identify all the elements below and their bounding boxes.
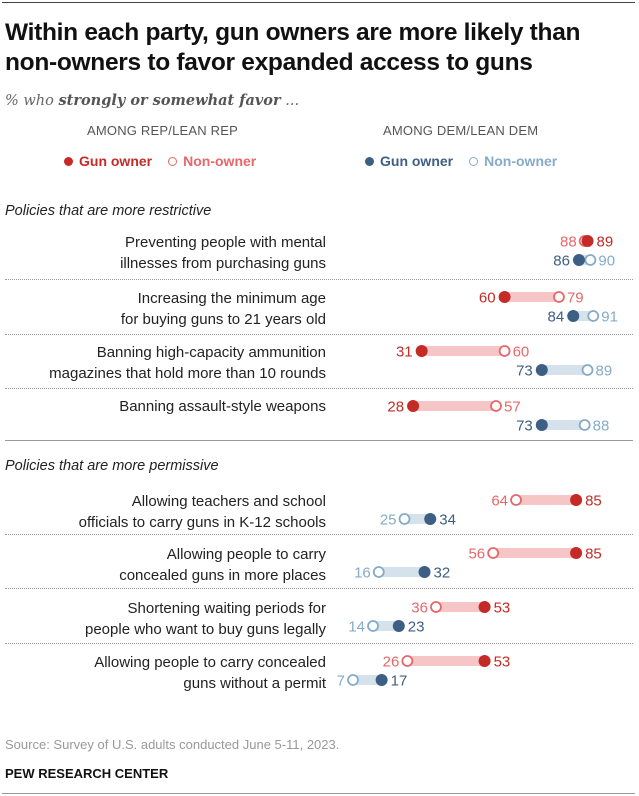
dem-row4-label-owner: 34 — [439, 512, 456, 529]
rep-row3-nonowner-dot — [490, 400, 502, 412]
dem-row6-nonowner-dot — [367, 620, 379, 632]
rep-row5-label-owner: 85 — [585, 546, 602, 563]
dem-row3-owner-dot — [535, 419, 548, 431]
rep-row6-nonowner-dot — [430, 601, 442, 613]
rep-row4-owner-dot — [570, 494, 583, 506]
dot-plot: 88 89 86 90 60 7984 91 31 60 73 89 28 57 73 88 64 85 25 34… — [337, 234, 618, 690]
dem-row2-owner-dot — [535, 364, 548, 376]
rep-row2-label-owner: 31 — [396, 344, 413, 361]
dem-row5-range-bar — [378, 567, 425, 577]
rep-row6-owner-dot — [478, 601, 491, 613]
rep-row4-range-bar — [516, 495, 577, 505]
dem-row5-label-owner: 32 — [434, 565, 451, 582]
dem-row2-label-owner: 73 — [516, 363, 533, 380]
dem-row6-label-nonowner: 14 — [348, 619, 365, 636]
dem-row0-nonowner-dot — [584, 254, 597, 266]
rep-row0-owner-dot — [581, 235, 594, 247]
rep-row2-label-nonowner: 60 — [513, 344, 530, 361]
dem-row6-label-owner: 23 — [408, 619, 425, 636]
rep-row1-range-bar — [504, 292, 559, 302]
rep-row7-owner-dot — [478, 655, 491, 667]
dem-row3-range-bar — [541, 420, 585, 430]
dem-row0-label-nonowner: 90 — [598, 253, 615, 270]
dem-row2-label-nonowner: 89 — [596, 363, 613, 380]
rep-row1-owner-dot — [498, 291, 511, 303]
rep-row6-label-owner: 53 — [494, 600, 511, 617]
credit: PEW RESEARCH CENTER — [5, 766, 169, 781]
rep-row7-range-bar — [407, 656, 485, 666]
rep-row7-label-nonowner: 26 — [383, 654, 400, 671]
rep-row5-label-nonowner: 56 — [468, 546, 485, 563]
rep-row3-range-bar — [413, 401, 497, 411]
dem-row1-owner-dot — [567, 310, 580, 322]
dem-row7-nonowner-dot — [347, 674, 359, 686]
rep-row5-range-bar — [493, 548, 577, 558]
dem-row5-owner-dot — [418, 566, 431, 578]
dem-row4-label-nonowner: 25 — [380, 512, 397, 529]
dem-row4-owner-dot — [424, 513, 437, 525]
rep-row5-nonowner-dot — [487, 547, 500, 559]
dem-row1-nonowner-dot — [587, 310, 600, 322]
rep-row4-label-owner: 85 — [585, 493, 602, 510]
rep-row7-nonowner-dot — [401, 655, 414, 667]
dem-row0-owner-dot — [572, 254, 585, 266]
rep-row5-owner-dot — [570, 547, 583, 559]
rep-row3-label-nonowner: 57 — [504, 399, 521, 416]
rep-row6-label-nonowner: 36 — [411, 600, 428, 617]
rep-row7-label-owner: 53 — [494, 654, 511, 671]
rep-row4-nonowner-dot — [510, 494, 522, 506]
dem-row7-label-owner: 17 — [391, 673, 408, 690]
dem-row3-nonowner-dot — [578, 419, 591, 431]
rep-row1-label-nonowner: 79 — [567, 290, 584, 307]
dem-row7-owner-dot — [375, 674, 388, 686]
rep-row2-owner-dot — [415, 345, 428, 357]
dem-row4-nonowner-dot — [398, 513, 411, 525]
dem-row5-nonowner-dot — [372, 566, 385, 578]
rep-row4-label-nonowner: 64 — [491, 493, 508, 510]
rep-row2-range-bar — [421, 346, 505, 356]
rep-row2-nonowner-dot — [498, 345, 511, 357]
rep-row3-owner-dot — [407, 400, 420, 412]
rep-row1-label-owner: 60 — [479, 290, 496, 307]
rep-row0-label-owner: 89 — [597, 234, 614, 251]
dem-row3-label-owner: 73 — [516, 418, 533, 435]
dem-row0-label-owner: 86 — [553, 253, 570, 270]
dem-row6-owner-dot — [392, 620, 405, 632]
rep-row3-label-owner: 28 — [387, 399, 404, 416]
dem-row5-label-nonowner: 16 — [354, 565, 371, 582]
rep-row0-label-nonowner: 88 — [560, 234, 577, 251]
bottom-rule — [2, 793, 635, 794]
dem-row1-label-owner: 84 — [548, 309, 565, 326]
dem-row7-label-nonowner: 7 — [337, 673, 345, 690]
rep-row6-range-bar — [435, 602, 485, 612]
dem-row1-label-nonowner: 91 — [601, 309, 618, 326]
rep-row1-nonowner-dot — [553, 291, 565, 303]
dem-row3-label-nonowner: 88 — [593, 418, 610, 435]
dem-row2-range-bar — [541, 365, 588, 375]
source-note: Source: Survey of U.S. adults conducted … — [5, 737, 340, 752]
dem-row2-nonowner-dot — [581, 364, 594, 376]
